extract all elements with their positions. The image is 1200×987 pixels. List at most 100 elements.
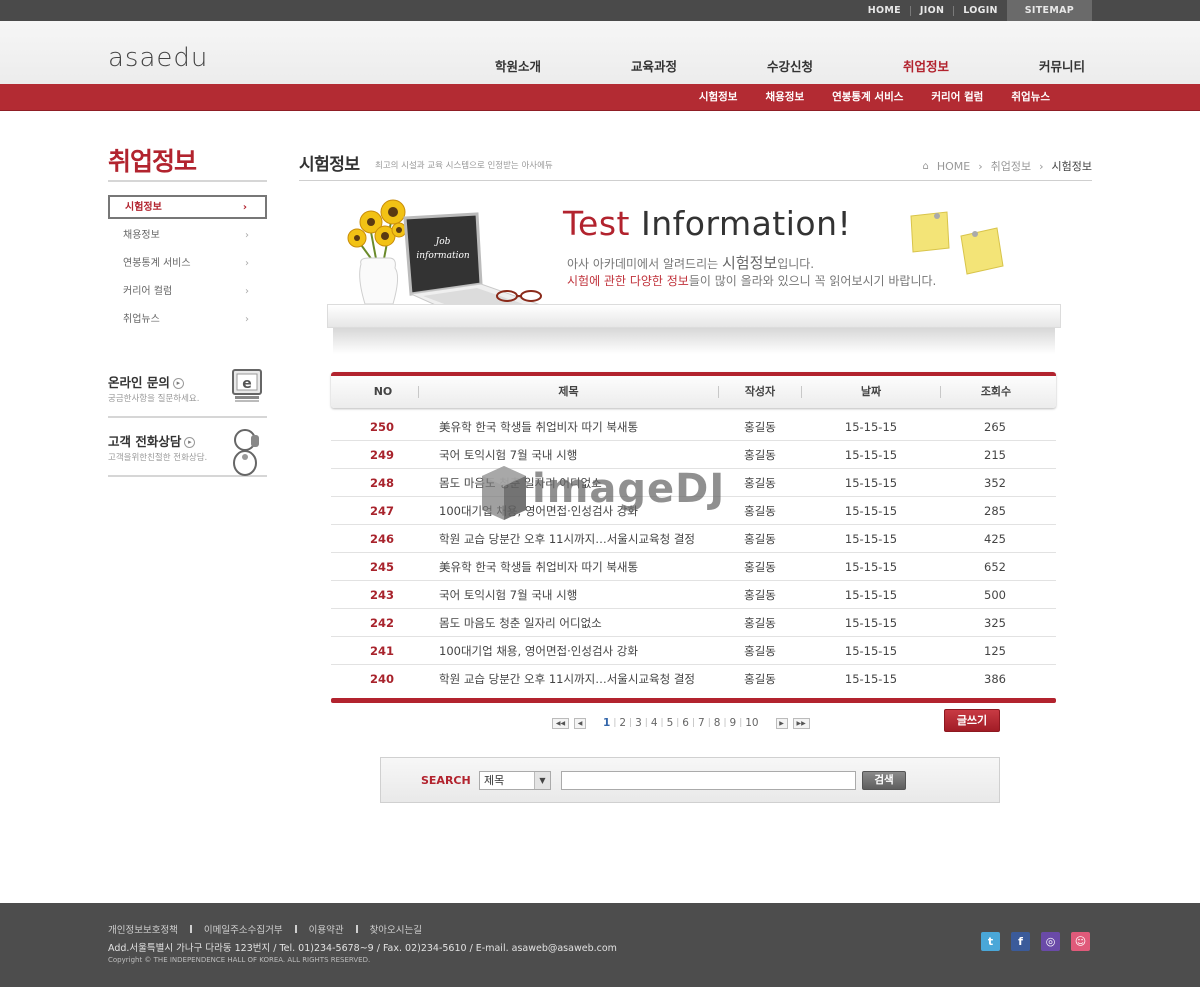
page-link[interactable]: 5 xyxy=(664,717,677,729)
subnav-salary-stats[interactable]: 연봉통계 서비스 xyxy=(818,84,917,111)
nav-jobs[interactable]: 취업정보 xyxy=(858,56,994,75)
row-no: 246 xyxy=(369,532,394,546)
footer-link-privacy[interactable]: 개인정보보호정책 xyxy=(108,922,178,936)
subnav-career-column[interactable]: 커리어 컬럼 xyxy=(917,84,997,111)
arrow-circle-icon: ▸ xyxy=(172,378,184,389)
yozm-icon[interactable]: ☺ xyxy=(1071,932,1090,951)
page-link[interactable]: 3 xyxy=(632,717,645,729)
last-page-button[interactable]: ▶▶ xyxy=(792,717,810,729)
col-subject: 제목 xyxy=(558,385,579,398)
col-writer: 작성자 xyxy=(744,385,776,398)
row-subject-link[interactable]: 학원 교습 당분간 오후 11시까지…서울시교육청 결정 xyxy=(439,665,729,693)
utility-nav: HOME JION LOGIN SITEMAP xyxy=(859,0,1092,21)
search-button[interactable]: 검색 xyxy=(862,771,906,790)
page-link[interactable]: 10 xyxy=(742,717,761,729)
main-nav: 학원소개 교육과정 수강신청 취업정보 커뮤니티 xyxy=(450,56,1130,75)
row-date: 15-15-15 xyxy=(844,560,898,574)
row-subject-link[interactable]: 몸도 마음도 청춘 일자리 어디없소 xyxy=(439,609,729,637)
phone-consult-box[interactable]: 고객 전화상담 ▸ 고객을위한친절한 전화상담. xyxy=(108,423,267,477)
util-login-link[interactable]: LOGIN xyxy=(954,0,1007,21)
row-writer: 홍길동 xyxy=(744,588,776,602)
divider xyxy=(189,925,192,933)
chevron-right-icon: › xyxy=(245,258,249,269)
page-link[interactable]: 7 xyxy=(695,717,708,729)
next-page-button[interactable]: ▶ xyxy=(775,717,788,729)
sidebar-item-job-news[interactable]: 취업뉴스 › xyxy=(108,307,267,335)
table-footer-bar xyxy=(331,698,1056,703)
table-row[interactable]: 243 국어 토익시험 7월 국내 시행 홍길동 15-15-15 500 xyxy=(331,581,1056,609)
table-row[interactable]: 240 학원 교습 당분간 오후 11시까지…서울시교육청 결정 홍길동 15-… xyxy=(331,665,1056,693)
subnav-recruit-info[interactable]: 채용정보 xyxy=(751,84,818,111)
page-link[interactable]: 6 xyxy=(679,717,692,729)
page-link[interactable]: 2 xyxy=(616,717,629,729)
sidebar-item-salary-stats[interactable]: 연봉통계 서비스 › xyxy=(108,251,267,279)
subnav-job-news[interactable]: 취업뉴스 xyxy=(997,84,1064,111)
row-writer: 홍길동 xyxy=(744,476,776,490)
row-no: 242 xyxy=(369,616,394,630)
row-views: 285 xyxy=(984,504,1006,518)
search-field-select[interactable]: 제목 ▼ xyxy=(479,771,551,790)
banner: Job information Test Information! 아사 아카데… xyxy=(327,192,1062,362)
table-header: NO 제목 작성자 날짜 조회수 xyxy=(331,372,1056,408)
row-subject-link[interactable]: 학원 교습 당분간 오후 11시까지…서울시교육청 결정 xyxy=(439,525,729,553)
row-views: 265 xyxy=(984,420,1006,434)
search-input[interactable] xyxy=(561,771,856,790)
me2day-icon[interactable]: ◎ xyxy=(1041,932,1060,951)
footer-link-terms[interactable]: 이용약관 xyxy=(309,922,344,936)
subnav-exam-info[interactable]: 시험정보 xyxy=(685,84,752,111)
row-date: 15-15-15 xyxy=(844,504,898,518)
prev-page-button[interactable]: ◀ xyxy=(574,717,586,729)
table-row[interactable]: 245 美유학 한국 학생들 취업비자 따기 북새통 홍길동 15-15-15 … xyxy=(331,553,1056,581)
sidebar-item-exam-info[interactable]: 시험정보 › xyxy=(108,195,267,219)
util-join-link[interactable]: JION xyxy=(911,0,953,21)
nav-enroll[interactable]: 수강신청 xyxy=(722,56,858,75)
banner-line-1: 아사 아카데미에서 알려드리는 시험정보입니다. xyxy=(567,254,815,272)
top-utility-bar: HOME JION LOGIN SITEMAP xyxy=(0,0,1200,21)
breadcrumb-jobs[interactable]: 취업정보 xyxy=(991,158,1031,174)
divider xyxy=(294,925,297,933)
sidebar-item-recruit-info[interactable]: 채용정보 › xyxy=(108,223,267,251)
util-home-link[interactable]: HOME xyxy=(859,0,910,21)
row-subject-link[interactable]: 국어 토익시험 7월 국내 시행 xyxy=(439,581,729,609)
first-page-button[interactable]: ◀◀ xyxy=(552,717,569,729)
row-views: 325 xyxy=(984,616,1006,630)
util-sitemap-link[interactable]: SITEMAP xyxy=(1006,0,1092,21)
page-link-current[interactable]: 1 xyxy=(600,717,613,729)
twitter-icon[interactable]: t xyxy=(981,932,1000,951)
nav-courses[interactable]: 교육과정 xyxy=(586,56,722,75)
pagination: ◀◀ ◀ 1 | 2 | 3 | 4 | 5 | 6 | 7 | 8 | 9 | 10 ▶ ▶▶ xyxy=(552,715,815,731)
row-subject-link[interactable]: 美유학 한국 학생들 취업비자 따기 북새통 xyxy=(439,413,729,441)
write-button[interactable]: 글쓰기 xyxy=(944,709,1000,732)
search-label: SEARCH xyxy=(421,774,471,787)
facebook-icon[interactable]: f xyxy=(1011,932,1030,951)
online-inquiry-box[interactable]: 온라인 문의 ▸ 궁금한사항을 질문하세요. e xyxy=(108,364,267,418)
sidebar-item-career-column[interactable]: 커리어 컬럼 › xyxy=(108,279,267,307)
page-link[interactable]: 9 xyxy=(727,717,740,729)
arrow-circle-icon: ▸ xyxy=(184,437,196,448)
nav-about[interactable]: 학원소개 xyxy=(450,56,586,75)
row-no: 245 xyxy=(369,560,394,574)
row-date: 15-15-15 xyxy=(844,616,898,630)
row-subject-link[interactable]: 美유학 한국 학생들 취업비자 따기 북새통 xyxy=(439,553,729,581)
watermark-cube-icon xyxy=(482,466,526,520)
table-row[interactable]: 242 몸도 마음도 청춘 일자리 어디없소 홍길동 15-15-15 325 xyxy=(331,609,1056,637)
row-subject-link[interactable]: 100대기업 채용, 영어면접·인성검사 강화 xyxy=(439,637,729,665)
page-link[interactable]: 8 xyxy=(711,717,724,729)
nav-community[interactable]: 커뮤니티 xyxy=(994,56,1130,75)
row-writer: 홍길동 xyxy=(744,504,776,518)
footer-copyright: Copyright © THE INDEPENDENCE HALL OF KOR… xyxy=(108,956,371,964)
sns-links: t f ◎ ☺ xyxy=(981,932,1090,951)
logo[interactable]: asaedu xyxy=(108,43,208,73)
row-no: 250 xyxy=(369,420,394,434)
table-row[interactable]: 250 美유학 한국 학생들 취업비자 따기 북새통 홍길동 15-15-15 … xyxy=(331,413,1056,441)
row-views: 352 xyxy=(984,476,1006,490)
row-writer: 홍길동 xyxy=(744,560,776,574)
page-link[interactable]: 4 xyxy=(648,717,661,729)
table-row[interactable]: 246 학원 교습 당분간 오후 11시까지…서울시교육청 결정 홍길동 15-… xyxy=(331,525,1056,553)
chevron-down-icon: ▼ xyxy=(534,772,550,789)
table-row[interactable]: 241 100대기업 채용, 영어면접·인성검사 강화 홍길동 15-15-15… xyxy=(331,637,1056,665)
breadcrumb-home[interactable]: HOME xyxy=(937,160,970,173)
footer-link-directions[interactable]: 찾아오시는길 xyxy=(370,922,422,936)
row-views: 652 xyxy=(984,560,1006,574)
footer-link-email-refusal[interactable]: 이메일주소수집거부 xyxy=(204,922,283,936)
